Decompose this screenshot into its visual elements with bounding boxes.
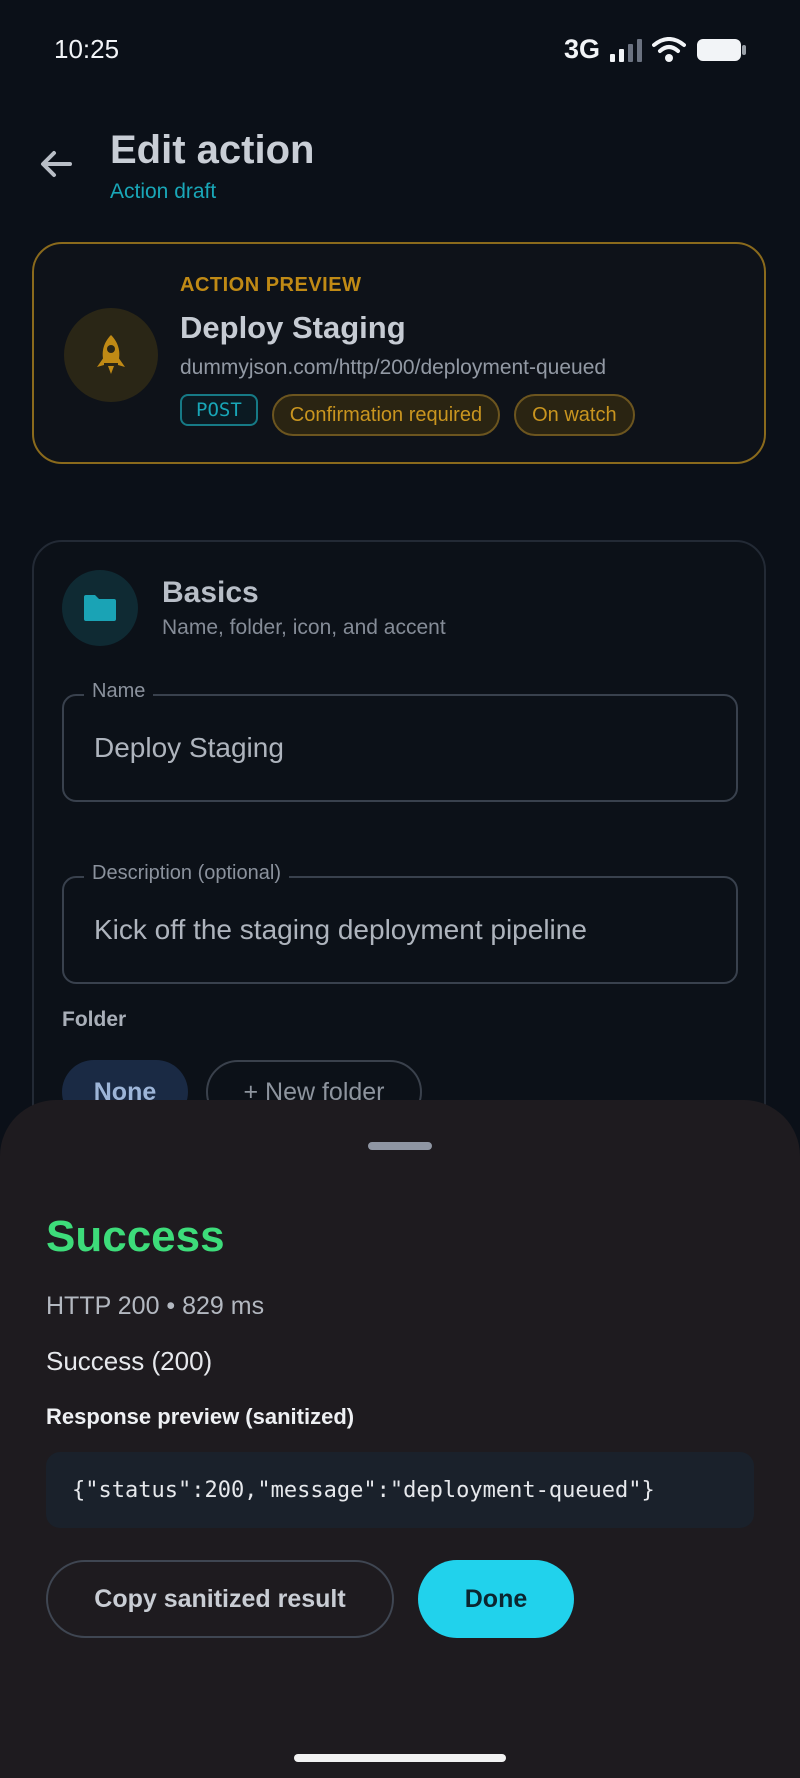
battery-icon [697,38,746,61]
description-field-value[interactable]: Kick off the staging deployment pipeline [94,914,587,946]
action-preview-card: ACTION PREVIEW Deploy Staging dummyjson.… [32,242,766,464]
basics-section: Basics Name, folder, icon, and accent Na… [32,540,766,1140]
rocket-icon [97,335,125,374]
name-field-label: Name [84,680,154,703]
action-icon-badge [64,308,158,402]
description-field-label: Description (optional) [84,862,289,885]
home-indicator[interactable] [294,1754,506,1762]
copy-result-button[interactable]: Copy sanitized result [46,1560,394,1638]
result-status-text: Success (200) [46,1346,213,1376]
watch-badge: On watch [514,394,635,436]
result-bottom-sheet: Success HTTP 200 • 829 ms Success (200) … [0,1100,800,1778]
preview-eyebrow: ACTION PREVIEW [180,274,362,296]
signal-icon [610,38,642,62]
done-button[interactable]: Done [418,1560,574,1638]
description-field[interactable]: Description (optional) Kick off the stag… [62,862,738,984]
name-field[interactable]: Name Deploy Staging [62,680,738,802]
status-icons: 3G [564,34,748,65]
basics-title: Basics [162,576,259,609]
back-arrow-icon[interactable] [34,142,78,186]
folder-label: Folder [62,1008,127,1031]
response-preview-code: {"status":200,"message":"deployment-queu… [46,1452,754,1528]
preview-action-name: Deploy Staging [180,310,406,345]
result-meta: HTTP 200 • 829 ms [46,1292,265,1320]
preview-badges: POST Confirmation required On watch [180,394,635,436]
method-badge: POST [180,394,258,426]
name-field-value[interactable]: Deploy Staging [94,732,284,764]
status-time: 10:25 [54,34,120,64]
result-title: Success [46,1212,225,1261]
sheet-drag-handle[interactable] [368,1142,432,1150]
basics-subtitle: Name, folder, icon, and accent [162,616,446,639]
preview-url: dummyjson.com/http/200/deployment-queued [180,356,607,379]
page-title: Edit action [110,128,315,172]
basics-icon-badge [62,570,138,646]
wifi-icon [652,36,686,62]
network-type: 3G [563,34,600,64]
page-subtitle: Action draft [110,180,217,203]
response-preview-label: Response preview (sanitized) [46,1404,355,1429]
folder-icon [84,595,116,621]
confirmation-badge: Confirmation required [271,394,501,436]
